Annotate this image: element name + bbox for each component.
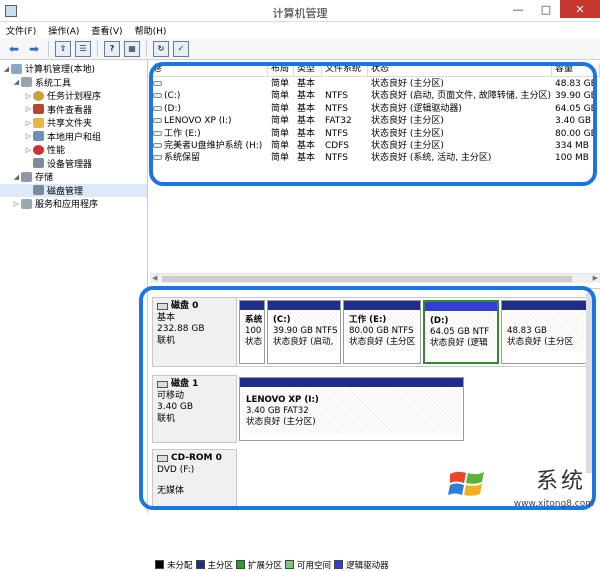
legend-swatch-extended	[236, 560, 246, 569]
storage-icon	[21, 171, 32, 182]
collapse-arrow-icon[interactable]: ▷	[24, 92, 33, 100]
device-manager-icon	[33, 158, 44, 169]
legend-swatch-primary	[195, 560, 205, 569]
expand-arrow-icon[interactable]: ◢	[2, 65, 11, 73]
folder-up-icon[interactable]: ⇧	[55, 40, 71, 57]
navigation-tree-pane: ◢ 计算机管理(本地) ◢ 系统工具 ▷ 任务计划程序 ▷ 事件查看器 ▷ 共享…	[0, 60, 148, 513]
legend-label: 逻辑驱动器	[346, 560, 389, 571]
tree-item-label: 本地用户和组	[47, 132, 102, 143]
tree-item-event-viewer[interactable]: ▷ 事件查看器	[0, 103, 147, 117]
help-icon[interactable]: ?	[104, 40, 120, 57]
collapse-arrow-icon[interactable]: ▷	[12, 200, 21, 208]
close-button[interactable]: ✕	[560, 0, 600, 18]
menu-help[interactable]: 帮助(H)	[129, 22, 173, 38]
tree-item-disk-management[interactable]: 磁盘管理	[0, 183, 147, 197]
performance-icon	[33, 144, 44, 155]
title-bar: 计算机管理 — □ ✕	[0, 0, 600, 22]
show-tree-icon[interactable]: ☰	[75, 40, 91, 57]
shared-folder-icon	[33, 117, 44, 128]
legend-swatch-logical	[334, 560, 344, 569]
watermark-text: 系统	[535, 469, 586, 494]
tree-item-task-scheduler[interactable]: ▷ 任务计划程序	[0, 89, 147, 103]
tree-item-label: 任务计划程序	[47, 92, 102, 103]
properties-icon[interactable]: ▦	[124, 40, 140, 57]
watermark: 系统 www.xitong8.com	[440, 458, 600, 513]
maximize-button[interactable]: □	[532, 0, 560, 18]
menu-bar: 文件(F) 操作(A) 查看(V) 帮助(H)	[0, 22, 600, 38]
expand-arrow-icon[interactable]: ◢	[12, 173, 21, 181]
expand-arrow-icon[interactable]: ◢	[12, 78, 21, 86]
forward-arrow-icon[interactable]: ➡	[26, 41, 42, 57]
tree-item-label: 性能	[47, 146, 66, 157]
toolbar-separator	[97, 40, 98, 57]
tools-icon	[21, 77, 32, 88]
event-viewer-icon	[33, 104, 44, 115]
toolbar-separator	[146, 40, 147, 57]
tree-storage[interactable]: ◢ 存储	[0, 170, 147, 184]
services-icon	[21, 198, 32, 209]
watermark-url: www.xitong8.com	[513, 499, 594, 509]
horizontal-scrollbar[interactable]: ◀ ▶	[150, 273, 600, 283]
scrollbar-thumb[interactable]	[162, 276, 572, 282]
check-icon[interactable]: ✓	[173, 40, 189, 57]
disk-management-icon	[33, 185, 44, 196]
legend-swatch-free	[285, 560, 295, 569]
tree-item-shared-folders[interactable]: ▷ 共享文件夹	[0, 116, 147, 130]
tree-item-label: 磁盘管理	[47, 186, 84, 197]
tree-item-label: 共享文件夹	[47, 119, 93, 130]
tree-system-tools-label: 系统工具	[35, 78, 72, 89]
menu-action[interactable]: 操作(A)	[42, 22, 85, 38]
legend-label: 主分区	[207, 560, 234, 571]
back-arrow-icon[interactable]: ⬅	[6, 41, 22, 57]
legend: 未分配 主分区 扩展分区 可用空间 逻辑驱动器	[150, 558, 600, 571]
tree-root[interactable]: ◢ 计算机管理(本地)	[0, 62, 147, 76]
collapse-arrow-icon[interactable]: ▷	[24, 132, 33, 140]
collapse-arrow-icon[interactable]: ▷	[24, 105, 33, 113]
legend-label: 可用空间	[297, 560, 332, 571]
clock-icon	[33, 90, 44, 101]
tree-system-tools[interactable]: ◢ 系统工具	[0, 76, 147, 90]
tree-item-device-manager[interactable]: 设备管理器	[0, 157, 147, 171]
tree-services-label: 服务和应用程序	[35, 200, 99, 211]
windows-logo-icon	[448, 471, 484, 496]
menu-file[interactable]: 文件(F)	[0, 22, 42, 38]
legend-swatch-unallocated	[155, 560, 164, 569]
tree-item-performance[interactable]: ▷ 性能	[0, 143, 147, 157]
legend-label: 扩展分区	[248, 560, 283, 571]
tree-item-label: 事件查看器	[47, 105, 93, 116]
tree-item-local-users[interactable]: ▷ 本地用户和组	[0, 130, 147, 144]
highlight-ring-volume-list	[149, 62, 597, 186]
tree-item-label: 设备管理器	[47, 159, 93, 170]
refresh-icon[interactable]: ↻	[153, 40, 169, 57]
tree-services[interactable]: ▷ 服务和应用程序	[0, 197, 147, 211]
users-icon	[33, 131, 44, 142]
tree-storage-label: 存储	[35, 173, 54, 184]
collapse-arrow-icon[interactable]: ▷	[24, 119, 33, 127]
menu-view[interactable]: 查看(V)	[85, 22, 128, 38]
collapse-arrow-icon[interactable]: ▷	[24, 146, 33, 154]
scroll-left-icon[interactable]: ◀	[152, 274, 157, 282]
toolbar: ⬅ ➡ ⇧ ☰ ? ▦ ↻ ✓	[0, 38, 600, 60]
computer-icon	[11, 63, 22, 74]
legend-label: 未分配	[167, 560, 193, 571]
minimize-button[interactable]: —	[504, 0, 532, 18]
tree-root-label: 计算机管理(本地)	[25, 65, 96, 76]
scroll-right-icon[interactable]: ▶	[593, 274, 598, 282]
toolbar-separator	[48, 40, 49, 57]
